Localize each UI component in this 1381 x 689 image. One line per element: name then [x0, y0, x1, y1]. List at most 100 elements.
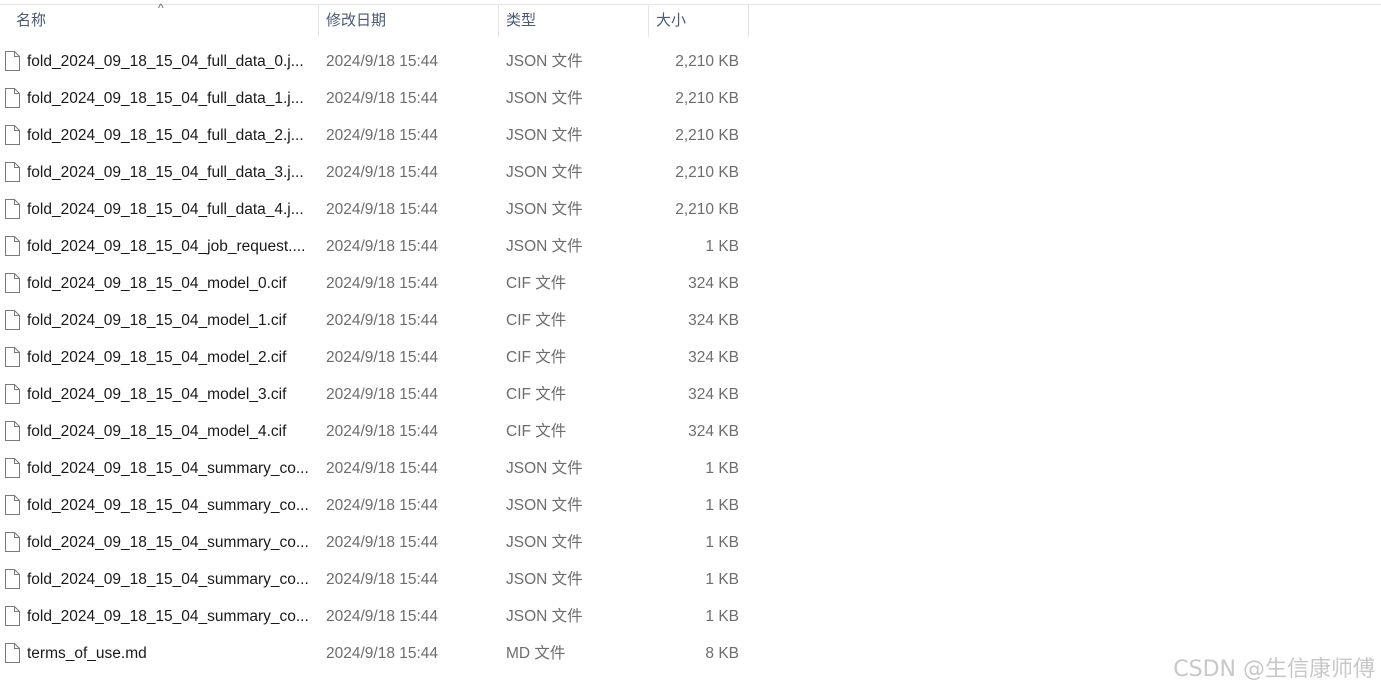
file-name: fold_2024_09_18_15_04_full_data_4.j... — [27, 201, 304, 218]
file-size: 2,210 KB — [675, 53, 739, 70]
file-type: JSON 文件 — [506, 534, 583, 551]
file-type: JSON 文件 — [506, 127, 583, 144]
file-row[interactable]: fold_2024_09_18_15_04_summary_co... 2024/… — [0, 450, 750, 487]
file-type: JSON 文件 — [506, 460, 583, 477]
file-row[interactable]: fold_2024_09_18_15_04_summary_co... 2024/… — [0, 598, 750, 635]
file-modified-date: 2024/9/18 15:44 — [326, 349, 439, 366]
file-size: 2,210 KB — [675, 90, 739, 107]
file-name: fold_2024_09_18_15_04_summary_co... — [27, 460, 309, 477]
file-row[interactable]: fold_2024_09_18_15_04_model_1.cif 2024/9/… — [0, 302, 750, 339]
file-type: CIF 文件 — [506, 275, 567, 292]
file-name: fold_2024_09_18_15_04_summary_co... — [27, 497, 309, 514]
column-resize-handle[interactable] — [648, 5, 649, 37]
file-name: fold_2024_09_18_15_04_model_3.cif — [27, 386, 287, 403]
column-resize-handle[interactable] — [498, 5, 499, 37]
file-icon — [4, 495, 21, 515]
file-name: fold_2024_09_18_15_04_model_1.cif — [27, 312, 287, 329]
file-icon — [4, 606, 21, 626]
file-row[interactable]: fold_2024_09_18_15_04_summary_co... 2024/… — [0, 524, 750, 561]
file-icon — [4, 162, 21, 182]
file-row[interactable]: fold_2024_09_18_15_04_full_data_4.j... 20… — [0, 191, 750, 228]
file-modified-date: 2024/9/18 15:44 — [326, 645, 439, 662]
file-size: 324 KB — [688, 349, 739, 366]
file-type: CIF 文件 — [506, 349, 567, 366]
file-name: fold_2024_09_18_15_04_summary_co... — [27, 571, 309, 588]
file-icon — [4, 199, 21, 219]
file-modified-date: 2024/9/18 15:44 — [326, 460, 439, 477]
file-type: MD 文件 — [506, 645, 566, 662]
file-row[interactable]: fold_2024_09_18_15_04_summary_co... 2024/… — [0, 487, 750, 524]
column-header-date[interactable]: 修改日期 — [326, 5, 496, 37]
file-modified-date: 2024/9/18 15:44 — [326, 497, 439, 514]
file-modified-date: 2024/9/18 15:44 — [326, 201, 439, 218]
file-type: JSON 文件 — [506, 571, 583, 588]
file-name: fold_2024_09_18_15_04_full_data_0.j... — [27, 53, 304, 70]
file-name: terms_of_use.md — [27, 645, 147, 662]
file-row[interactable]: fold_2024_09_18_15_04_model_0.cif 2024/9/… — [0, 265, 750, 302]
file-list: fold_2024_09_18_15_04_full_data_0.j... 20… — [0, 43, 750, 672]
file-row[interactable]: fold_2024_09_18_15_04_full_data_1.j... 20… — [0, 80, 750, 117]
file-type: JSON 文件 — [506, 164, 583, 181]
file-icon — [4, 125, 21, 145]
file-size: 1 KB — [705, 534, 739, 551]
column-header-name[interactable]: 名称 — [16, 5, 316, 37]
file-name: fold_2024_09_18_15_04_full_data_1.j... — [27, 90, 304, 107]
file-size: 1 KB — [705, 497, 739, 514]
file-modified-date: 2024/9/18 15:44 — [326, 90, 439, 107]
file-row[interactable]: fold_2024_09_18_15_04_model_4.cif 2024/9/… — [0, 413, 750, 450]
file-modified-date: 2024/9/18 15:44 — [326, 608, 439, 625]
file-size: 1 KB — [705, 608, 739, 625]
file-icon — [4, 273, 21, 293]
file-row[interactable]: fold_2024_09_18_15_04_full_data_2.j... 20… — [0, 117, 750, 154]
file-name: fold_2024_09_18_15_04_model_0.cif — [27, 275, 287, 292]
file-type: JSON 文件 — [506, 497, 583, 514]
file-icon — [4, 458, 21, 478]
file-row[interactable]: fold_2024_09_18_15_04_summary_co... 2024/… — [0, 561, 750, 598]
file-size: 324 KB — [688, 312, 739, 329]
file-modified-date: 2024/9/18 15:44 — [326, 571, 439, 588]
file-icon — [4, 643, 21, 663]
file-type: JSON 文件 — [506, 608, 583, 625]
column-header-type[interactable]: 类型 — [506, 5, 646, 37]
file-type: JSON 文件 — [506, 90, 583, 107]
file-size: 1 KB — [705, 571, 739, 588]
file-size: 324 KB — [688, 386, 739, 403]
file-icon — [4, 421, 21, 441]
column-header-size[interactable]: 大小 — [656, 5, 746, 37]
file-icon — [4, 310, 21, 330]
file-row[interactable]: fold_2024_09_18_15_04_model_2.cif 2024/9/… — [0, 339, 750, 376]
file-name: fold_2024_09_18_15_04_summary_co... — [27, 608, 309, 625]
file-row[interactable]: fold_2024_09_18_15_04_full_data_3.j... 20… — [0, 154, 750, 191]
file-modified-date: 2024/9/18 15:44 — [326, 275, 439, 292]
file-modified-date: 2024/9/18 15:44 — [326, 312, 439, 329]
file-name: fold_2024_09_18_15_04_full_data_2.j... — [27, 127, 304, 144]
file-icon — [4, 51, 21, 71]
file-type: CIF 文件 — [506, 312, 567, 329]
file-row[interactable]: terms_of_use.md 2024/9/18 15:44 MD 文件 8 KB — [0, 635, 750, 672]
file-row[interactable]: fold_2024_09_18_15_04_full_data_0.j... 20… — [0, 43, 750, 80]
file-type: JSON 文件 — [506, 238, 583, 255]
file-name: fold_2024_09_18_15_04_full_data_3.j... — [27, 164, 304, 181]
file-type: CIF 文件 — [506, 386, 567, 403]
file-modified-date: 2024/9/18 15:44 — [326, 238, 439, 255]
file-icon — [4, 532, 21, 552]
file-size: 2,210 KB — [675, 127, 739, 144]
file-modified-date: 2024/9/18 15:44 — [326, 127, 439, 144]
file-name: fold_2024_09_18_15_04_job_request.... — [27, 238, 306, 255]
column-resize-handle[interactable] — [748, 5, 749, 37]
file-type: CIF 文件 — [506, 423, 567, 440]
file-size: 8 KB — [705, 645, 739, 662]
file-name: fold_2024_09_18_15_04_model_2.cif — [27, 349, 287, 366]
file-icon — [4, 88, 21, 108]
file-modified-date: 2024/9/18 15:44 — [326, 164, 439, 181]
file-size: 1 KB — [705, 460, 739, 477]
file-row[interactable]: fold_2024_09_18_15_04_job_request.... 202… — [0, 228, 750, 265]
file-row[interactable]: fold_2024_09_18_15_04_model_3.cif 2024/9/… — [0, 376, 750, 413]
file-size: 1 KB — [705, 238, 739, 255]
file-modified-date: 2024/9/18 15:44 — [326, 423, 439, 440]
file-name: fold_2024_09_18_15_04_model_4.cif — [27, 423, 287, 440]
file-size: 324 KB — [688, 423, 739, 440]
column-header-bar: ^ 名称 修改日期 类型 大小 — [0, 1, 750, 37]
column-resize-handle[interactable] — [318, 5, 319, 37]
file-modified-date: 2024/9/18 15:44 — [326, 534, 439, 551]
